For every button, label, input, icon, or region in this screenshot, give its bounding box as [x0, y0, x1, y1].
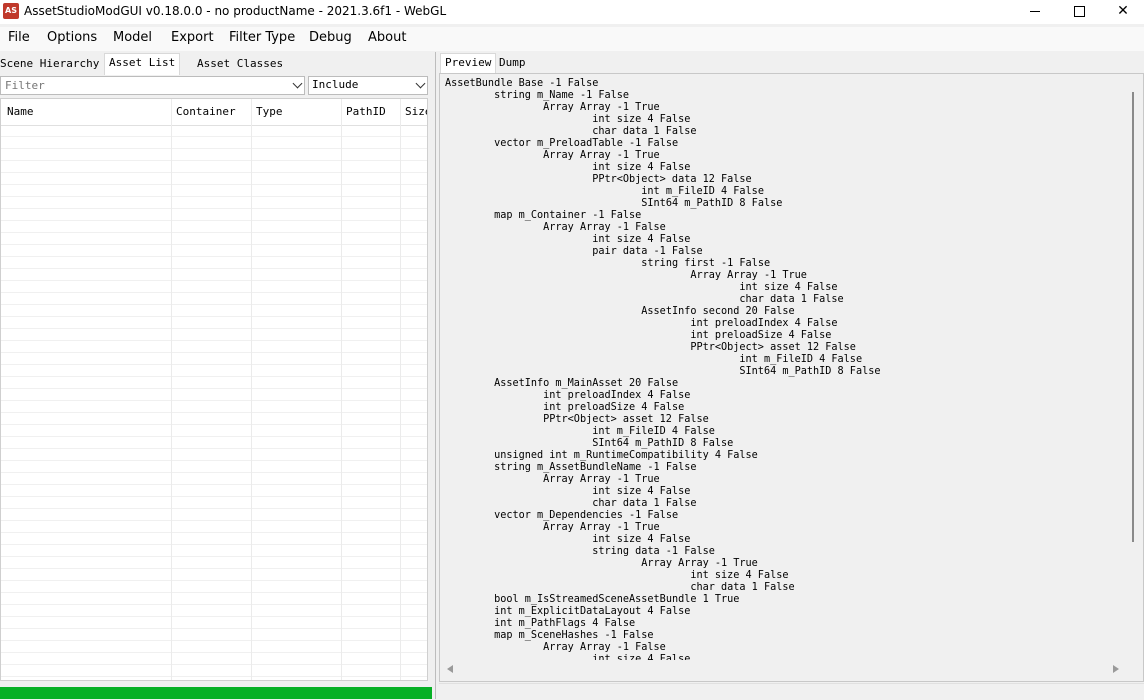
left-panel: Scene Hierarchy Asset List Asset Classes…: [0, 52, 432, 699]
column-size[interactable]: Size: [401, 99, 427, 125]
menu-file[interactable]: File: [8, 30, 30, 45]
title-bar: AS AssetStudioModGUI v0.18.0.0 - no prod…: [0, 0, 1144, 24]
tab-asset-classes[interactable]: Asset Classes: [193, 55, 287, 73]
splitter-line: [435, 52, 436, 699]
chevron-down-icon[interactable]: [415, 78, 426, 89]
maximize-icon: [1073, 5, 1085, 17]
tab-preview[interactable]: Preview: [440, 53, 497, 74]
filter-mode-select[interactable]: Include: [308, 76, 428, 95]
dump-text[interactable]: AssetBundle Base -1 False string m_Name …: [445, 78, 1125, 660]
menu-about[interactable]: About: [368, 30, 406, 45]
dump-vertical-scrollbar[interactable]: [1132, 92, 1134, 542]
column-divider[interactable]: [171, 99, 172, 680]
scroll-left-icon[interactable]: [447, 665, 453, 673]
window-title: AssetStudioModGUI v0.18.0.0 - no product…: [24, 4, 447, 18]
filter-mode-value: Include: [312, 78, 359, 91]
minimize-icon: [1030, 10, 1040, 12]
tab-asset-list[interactable]: Asset List: [104, 53, 181, 75]
column-pathid[interactable]: PathID: [342, 99, 400, 125]
minimize-button[interactable]: [1012, 0, 1058, 24]
menu-bar: File Options Model Export Filter Type De…: [0, 27, 1144, 51]
app-icon: AS: [3, 3, 19, 19]
progress-bar: [0, 687, 432, 699]
column-container[interactable]: Container: [172, 99, 251, 125]
maximize-button[interactable]: [1056, 0, 1102, 24]
menu-filter-type[interactable]: Filter Type: [229, 30, 295, 45]
filter-combo[interactable]: [0, 76, 305, 95]
asset-list-header: Name Container Type PathID Size: [1, 99, 427, 126]
scroll-right-icon[interactable]: [1113, 665, 1119, 673]
close-icon: ✕: [1117, 3, 1129, 19]
dump-horizontal-scrollbar[interactable]: [440, 660, 1130, 678]
chevron-down-icon[interactable]: [292, 78, 303, 89]
status-bar: [439, 683, 1144, 700]
asset-list[interactable]: Name Container Type PathID Size: [0, 98, 428, 681]
column-type[interactable]: Type: [252, 99, 341, 125]
menu-model[interactable]: Model: [113, 30, 152, 45]
column-divider[interactable]: [251, 99, 252, 680]
menu-options[interactable]: Options: [47, 30, 97, 45]
column-name[interactable]: Name: [3, 99, 171, 125]
close-button[interactable]: ✕: [1100, 0, 1144, 24]
tab-dump[interactable]: Dump: [495, 54, 530, 72]
tab-scene-hierarchy[interactable]: Scene Hierarchy: [0, 55, 103, 73]
column-divider[interactable]: [400, 99, 401, 680]
column-divider[interactable]: [341, 99, 342, 680]
menu-export[interactable]: Export: [171, 30, 214, 45]
menu-debug[interactable]: Debug: [309, 30, 352, 45]
filter-input[interactable]: [5, 78, 285, 93]
